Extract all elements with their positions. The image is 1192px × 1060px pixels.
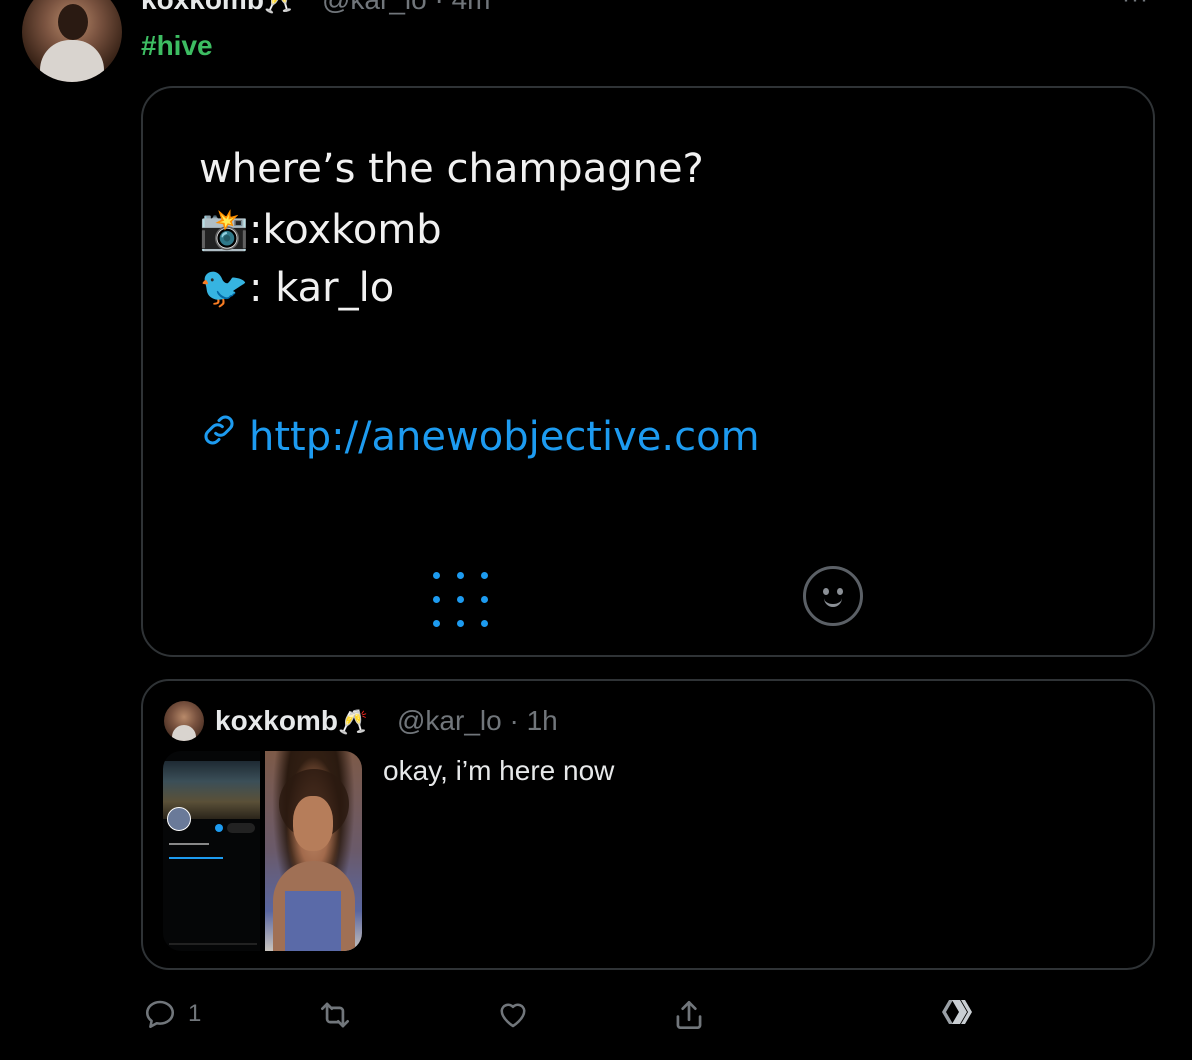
like-button[interactable] [495, 996, 531, 1032]
retweet-button[interactable] [316, 996, 354, 1034]
quoted-separator: · [509, 705, 519, 736]
author-name-text: koxkomb [141, 0, 264, 15]
quoted-author-avatar[interactable] [164, 701, 204, 741]
quoted-avatar-shirt [172, 725, 196, 741]
quoted-tweet[interactable]: koxkomb🥂 @kar_lo · 1h okay, i’m here now [141, 679, 1155, 970]
handle-text: @kar_lo [322, 0, 427, 15]
card-line-title: where’s the champagne? [199, 146, 704, 192]
card-line-bird: 🐦: kar_lo [199, 264, 394, 311]
smiley-icon[interactable] [803, 566, 863, 626]
quoted-author-name[interactable]: koxkomb🥂 [215, 705, 368, 737]
hive-button[interactable] [940, 996, 976, 1028]
smiley-eye-right [837, 588, 843, 595]
more-options-icon[interactable]: ··· [1122, 0, 1149, 14]
avatar-head [58, 4, 88, 40]
thumbnail-text-line [169, 843, 209, 845]
photo-dress [285, 891, 341, 951]
author-name[interactable]: koxkomb🥂 [141, 0, 294, 16]
thumbnail-button [227, 823, 255, 833]
share-button[interactable] [670, 996, 708, 1034]
champagne-emoji: 🥂 [337, 709, 368, 736]
media-card[interactable]: where’s the champagne? 📸:koxkomb 🐦: kar_… [141, 86, 1155, 657]
hashtag-link[interactable]: #hive [141, 30, 213, 62]
camera-credit-text: :koxkomb [249, 207, 442, 253]
smiley-mouth [824, 595, 842, 607]
like-icon [495, 996, 531, 1032]
champagne-emoji: 🥂 [263, 0, 294, 15]
reply-icon [142, 996, 178, 1032]
bird-icon: 🐦 [199, 265, 249, 311]
retweet-icon [316, 996, 354, 1034]
camera-flash-icon: 📸 [199, 207, 249, 253]
post-time: 4m [452, 0, 491, 15]
grid-menu-icon[interactable] [433, 572, 493, 632]
quoted-tweet-text: okay, i’m here now [383, 755, 615, 786]
photo-face [293, 796, 333, 851]
quoted-author-handle[interactable]: @kar_lo · 1h [397, 705, 558, 737]
thumbnail-tabbar [169, 943, 257, 945]
bird-credit-text: : kar_lo [249, 265, 395, 311]
card-link[interactable]: http://anewobjective.com [199, 410, 760, 460]
hive-icon [940, 996, 976, 1028]
author-handle[interactable]: @kar_lo · 4m [322, 0, 490, 16]
quoted-author-name-text: koxkomb [215, 705, 338, 736]
quoted-post-time: 1h [526, 705, 558, 736]
link-url-text: http://anewobjective.com [249, 414, 760, 460]
avatar-shirt [40, 40, 104, 82]
smiley-eye-left [823, 588, 829, 595]
reply-count: 1 [188, 1000, 202, 1027]
media-thumbnail-screenshot[interactable] [163, 751, 260, 951]
reply-button[interactable]: 1 [142, 996, 201, 1032]
quoted-media[interactable] [163, 751, 362, 951]
thumbnail-profile-pic [167, 807, 191, 831]
author-avatar[interactable] [22, 0, 122, 82]
handle-separator: · [434, 0, 443, 15]
thumbnail-blue-dot [215, 824, 223, 832]
quoted-handle-text: @kar_lo [397, 705, 502, 736]
media-thumbnail-photo[interactable] [265, 751, 362, 951]
thumbnail-link-line [169, 857, 223, 859]
card-line-camera: 📸:koxkomb [199, 206, 442, 253]
link-icon [199, 410, 249, 460]
share-icon [670, 996, 708, 1034]
